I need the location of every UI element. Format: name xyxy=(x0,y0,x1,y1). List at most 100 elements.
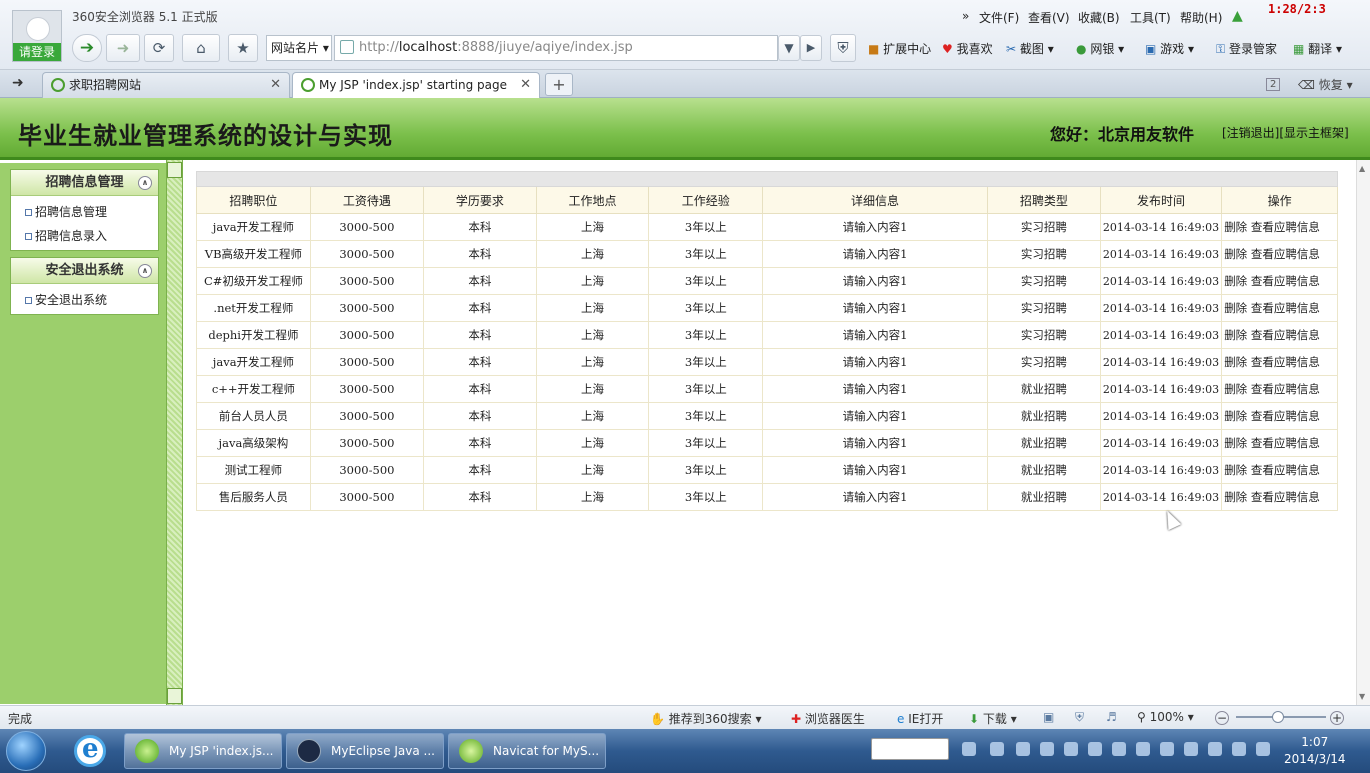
start-button[interactable] xyxy=(6,731,46,771)
upgrade-icon[interactable]: ▲ xyxy=(1232,8,1243,24)
view-applications-link[interactable]: 查看应聘信息 xyxy=(1251,490,1320,504)
vertical-scrollbar[interactable]: ▲ ▼ xyxy=(1356,160,1370,705)
tray-app-icon[interactable] xyxy=(1232,742,1246,756)
sidebar-toggle-icon[interactable]: ➜ xyxy=(12,75,24,91)
zoom-out-icon[interactable]: − xyxy=(1215,711,1229,725)
toolbar-bank[interactable]: ● 网银 ▾ xyxy=(1076,40,1124,57)
view-applications-link[interactable]: 查看应聘信息 xyxy=(1251,328,1320,342)
security-button[interactable]: ⛨ xyxy=(830,34,856,62)
status-download[interactable]: ⬇ 下载 ▾ xyxy=(969,710,1017,727)
delete-link[interactable]: 删除 xyxy=(1224,301,1247,315)
tray-app-icon[interactable] xyxy=(1112,742,1126,756)
toolbar-games[interactable]: ▣ 游戏 ▾ xyxy=(1145,40,1194,57)
shield-icon[interactable] xyxy=(1136,742,1150,756)
view-applications-link[interactable]: 查看应聘信息 xyxy=(1251,382,1320,396)
collapse-icon[interactable]: ∧ xyxy=(138,264,152,278)
delete-link[interactable]: 删除 xyxy=(1224,436,1247,450)
new-tab-button[interactable]: + xyxy=(545,73,573,96)
go-button[interactable]: ▶ xyxy=(800,35,822,61)
delete-link[interactable]: 删除 xyxy=(1224,463,1247,477)
login-label[interactable]: 请登录 xyxy=(13,43,61,61)
network-icon[interactable] xyxy=(1184,742,1198,756)
status-browser-doctor[interactable]: ✚ 浏览器医生 xyxy=(791,710,865,727)
close-icon[interactable]: ✕ xyxy=(270,73,281,97)
zoom-control[interactable]: ⚲ 100% ▾ xyxy=(1137,710,1194,724)
status-open-ie[interactable]: e IE打开 xyxy=(897,710,943,727)
menu-tools[interactable]: 工具(T) xyxy=(1130,9,1171,26)
delete-link[interactable]: 删除 xyxy=(1224,247,1247,261)
forward-button[interactable]: ➜ xyxy=(106,34,140,62)
restore-button[interactable]: ⌫ 恢复 ▾ xyxy=(1298,76,1353,93)
splitter-toggle-bottom[interactable] xyxy=(167,688,182,704)
delete-link[interactable]: 删除 xyxy=(1224,328,1247,342)
menu-file[interactable]: 文件(F) xyxy=(979,9,1019,26)
scroll-down-icon[interactable]: ▼ xyxy=(1359,692,1365,701)
scroll-up-icon[interactable]: ▲ xyxy=(1359,164,1365,173)
taskbar-window-myeclipse[interactable]: MyEclipse Java ... xyxy=(286,733,444,769)
view-applications-link[interactable]: 查看应聘信息 xyxy=(1251,247,1320,261)
delete-link[interactable]: 删除 xyxy=(1224,220,1247,234)
favorite-button[interactable]: ★ xyxy=(228,34,258,62)
view-applications-link[interactable]: 查看应聘信息 xyxy=(1251,463,1320,477)
view-applications-link[interactable]: 查看应聘信息 xyxy=(1251,355,1320,369)
tray-app-icon[interactable] xyxy=(990,742,1004,756)
site-card-button[interactable]: 网站名片 ▾ xyxy=(266,35,332,61)
panel-header[interactable]: 招聘信息管理 ∧ xyxy=(11,170,158,196)
system-clock[interactable]: 1:07 2014/3/14 xyxy=(1284,734,1346,768)
delete-link[interactable]: 删除 xyxy=(1224,409,1247,423)
tray-app-icon[interactable] xyxy=(1016,742,1030,756)
delete-link[interactable]: 删除 xyxy=(1224,490,1247,504)
tray-app-icon[interactable] xyxy=(1088,742,1102,756)
menu-view[interactable]: 查看(V) xyxy=(1028,9,1070,26)
speaker-icon[interactable]: ♬ xyxy=(1106,710,1117,724)
toolbar-screenshot[interactable]: ✂ 截图 ▾ xyxy=(1006,40,1054,57)
delete-link[interactable]: 删除 xyxy=(1224,355,1247,369)
address-dropdown[interactable]: ▼ xyxy=(778,35,800,61)
close-icon[interactable]: ✕ xyxy=(520,73,531,97)
tray-app-icon[interactable] xyxy=(1040,742,1054,756)
sidebar-item-recruit-entry[interactable]: 招聘信息录入 xyxy=(11,224,158,248)
logout-link[interactable]: [注销退出] xyxy=(1222,126,1279,140)
delete-link[interactable]: 删除 xyxy=(1224,382,1247,396)
tab-recruit-site[interactable]: 求职招聘网站 ✕ xyxy=(42,72,290,98)
window-icon[interactable]: ▣ xyxy=(1043,710,1054,724)
menu-more[interactable]: » xyxy=(962,9,969,23)
volume-icon[interactable] xyxy=(1160,742,1174,756)
taskbar-search-input[interactable] xyxy=(871,738,949,760)
panel-header[interactable]: 安全退出系统 ∧ xyxy=(11,258,158,284)
home-button[interactable]: ⌂ xyxy=(182,34,220,62)
shield-icon[interactable]: ⛨ xyxy=(1075,710,1084,725)
taskbar-window-browser[interactable]: My JSP 'index.js... xyxy=(124,733,282,769)
menu-favorites[interactable]: 收藏(B) xyxy=(1078,9,1120,26)
delete-link[interactable]: 删除 xyxy=(1224,274,1247,288)
collapse-icon[interactable]: ∧ xyxy=(138,176,152,190)
tray-app-icon[interactable] xyxy=(1064,742,1078,756)
refresh-button[interactable]: ⟳ xyxy=(144,34,174,62)
show-frame-link[interactable]: [显示主框架] xyxy=(1279,126,1348,140)
view-applications-link[interactable]: 查看应聘信息 xyxy=(1251,301,1320,315)
view-applications-link[interactable]: 查看应聘信息 xyxy=(1251,274,1320,288)
address-bar[interactable]: http://localhost:8888/jiuye/aqiye/index.… xyxy=(334,35,778,61)
view-applications-link[interactable]: 查看应聘信息 xyxy=(1251,409,1320,423)
splitter-toggle-top[interactable] xyxy=(167,162,182,178)
menu-help[interactable]: 帮助(H) xyxy=(1180,9,1222,26)
tab-count-badge[interactable]: 2 xyxy=(1266,78,1281,91)
back-button[interactable]: ➔ xyxy=(72,34,102,62)
toolbar-login-manager[interactable]: ⚿ 登录管家 xyxy=(1216,40,1277,57)
toolbar-extensions[interactable]: ■ 扩展中心 xyxy=(868,40,931,57)
sidebar-item-recruit-manage[interactable]: 招聘信息管理 xyxy=(11,200,158,224)
zoom-slider-handle[interactable] xyxy=(1272,711,1284,723)
status-recommend-360[interactable]: ✋ 推荐到360搜索 ▾ xyxy=(650,710,762,727)
frame-splitter[interactable] xyxy=(166,160,183,705)
user-avatar[interactable]: 请登录 xyxy=(12,10,62,62)
search-icon[interactable] xyxy=(1256,742,1270,756)
sidebar-item-safe-exit[interactable]: 安全退出系统 xyxy=(11,288,158,312)
tab-index-jsp[interactable]: My JSP 'index.jsp' starting page ✕ xyxy=(292,72,540,98)
keyboard-icon[interactable] xyxy=(962,742,976,756)
view-applications-link[interactable]: 查看应聘信息 xyxy=(1251,436,1320,450)
taskbar-window-navicat[interactable]: Navicat for MyS... xyxy=(448,733,606,769)
tray-app-icon[interactable] xyxy=(1208,742,1222,756)
zoom-in-icon[interactable]: + xyxy=(1330,711,1344,725)
view-applications-link[interactable]: 查看应聘信息 xyxy=(1251,220,1320,234)
ie-pinned-icon[interactable] xyxy=(74,734,106,767)
